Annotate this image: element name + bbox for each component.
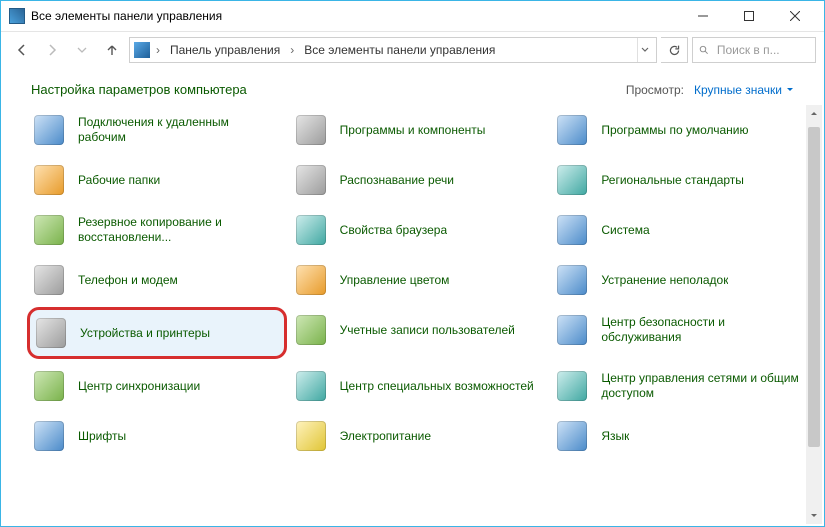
control-panel-item[interactable]: Телефон и модем: [27, 257, 287, 303]
control-panel-item[interactable]: Шрифты: [27, 413, 287, 459]
control-panel-item[interactable]: Центр специальных возможностей: [289, 363, 549, 409]
item-icon: [555, 369, 589, 403]
control-panel-item[interactable]: Центр синхронизации: [27, 363, 287, 409]
control-panel-item[interactable]: Рабочие папки: [27, 157, 287, 203]
item-icon: [555, 419, 589, 453]
chevron-right-icon[interactable]: ›: [154, 43, 162, 57]
item-icon: [294, 163, 328, 197]
item-icon: [555, 263, 589, 297]
item-label: Свойства браузера: [340, 223, 448, 238]
nav-bar: › Панель управления › Все элементы панел…: [1, 32, 824, 68]
control-panel-item[interactable]: Управление цветом: [289, 257, 549, 303]
breadcrumb-segment[interactable]: Все элементы панели управления: [298, 43, 501, 57]
item-label: Язык: [601, 429, 629, 444]
item-icon: [294, 369, 328, 403]
item-label: Программы и компоненты: [340, 123, 486, 138]
item-label: Центр синхронизации: [78, 379, 200, 394]
up-button[interactable]: [99, 37, 125, 63]
content-header: Настройка параметров компьютера Просмотр…: [1, 68, 824, 103]
control-panel-item[interactable]: Центр управления сетями и общим доступом: [550, 363, 810, 409]
item-icon: [555, 313, 589, 347]
view-value: Крупные значки: [694, 83, 782, 97]
recent-locations-button[interactable]: [69, 37, 95, 63]
item-icon: [555, 213, 589, 247]
control-panel-item[interactable]: Программы и компоненты: [289, 107, 549, 153]
item-label: Резервное копирование и восстановлени...: [78, 215, 278, 245]
control-panel-item[interactable]: Подключения к удаленным рабочим: [27, 107, 287, 153]
window-titlebar: Все элементы панели управления: [1, 1, 824, 32]
item-label: Система: [601, 223, 649, 238]
item-icon: [32, 213, 66, 247]
item-icon: [294, 113, 328, 147]
item-label: Подключения к удаленным рабочим: [78, 115, 278, 145]
view-dropdown[interactable]: Крупные значки: [694, 83, 794, 97]
item-label: Центр специальных возможностей: [340, 379, 534, 394]
address-bar[interactable]: › Панель управления › Все элементы панел…: [129, 37, 657, 63]
item-icon: [294, 419, 328, 453]
search-icon: [699, 44, 709, 56]
control-panel-item[interactable]: Региональные стандарты: [550, 157, 810, 203]
search-input[interactable]: [715, 42, 809, 58]
control-panel-item[interactable]: Учетные записи пользователей: [289, 307, 549, 353]
item-label: Учетные записи пользователей: [340, 323, 515, 338]
search-box[interactable]: [692, 37, 816, 63]
item-icon: [32, 263, 66, 297]
item-label: Центр безопасности и обслуживания: [601, 315, 801, 345]
control-panel-item[interactable]: Программы по умолчанию: [550, 107, 810, 153]
refresh-button[interactable]: [661, 37, 688, 63]
maximize-button[interactable]: [726, 1, 772, 31]
scroll-track[interactable]: [806, 121, 822, 508]
item-label: Шрифты: [78, 429, 126, 444]
control-panel-item[interactable]: Электропитание: [289, 413, 549, 459]
vertical-scrollbar[interactable]: [806, 105, 822, 524]
item-label: Рабочие папки: [78, 173, 160, 188]
page-heading: Настройка параметров компьютера: [31, 82, 626, 97]
scroll-down-button[interactable]: [806, 508, 822, 524]
view-label: Просмотр:: [626, 83, 684, 97]
item-icon: [294, 313, 328, 347]
chevron-right-icon[interactable]: ›: [288, 43, 296, 57]
control-panel-item[interactable]: Центр безопасности и обслуживания: [550, 307, 810, 353]
scroll-up-button[interactable]: [806, 105, 822, 121]
item-icon: [32, 163, 66, 197]
item-label: Распознавание речи: [340, 173, 454, 188]
minimize-button[interactable]: [680, 1, 726, 31]
window-title: Все элементы панели управления: [31, 9, 680, 23]
address-dropdown-button[interactable]: [637, 38, 652, 62]
close-button[interactable]: [772, 1, 818, 31]
content-area: Подключения к удаленным рабочим Программы…: [1, 103, 824, 526]
control-panel-item[interactable]: Устройства и принтеры: [27, 307, 287, 359]
item-label: Телефон и модем: [78, 273, 178, 288]
items-grid: Подключения к удаленным рабочим Программы…: [27, 107, 810, 459]
item-label: Программы по умолчанию: [601, 123, 748, 138]
item-label: Электропитание: [340, 429, 431, 444]
view-selector: Просмотр: Крупные значки: [626, 83, 794, 97]
item-label: Устройства и принтеры: [80, 326, 210, 341]
item-icon: [32, 419, 66, 453]
back-button[interactable]: [9, 37, 35, 63]
control-panel-item[interactable]: Язык: [550, 413, 810, 459]
item-icon: [555, 113, 589, 147]
control-panel-item[interactable]: Устранение неполадок: [550, 257, 810, 303]
item-icon: [34, 316, 68, 350]
item-icon: [555, 163, 589, 197]
control-panel-item[interactable]: Распознавание речи: [289, 157, 549, 203]
breadcrumb-segment[interactable]: Панель управления: [164, 43, 286, 57]
control-panel-item[interactable]: Свойства браузера: [289, 207, 549, 253]
item-label: Региональные стандарты: [601, 173, 744, 188]
caret-down-icon: [786, 86, 794, 94]
item-label: Центр управления сетями и общим доступом: [601, 371, 801, 401]
item-icon: [32, 113, 66, 147]
item-icon: [294, 263, 328, 297]
address-bar-icon: [134, 42, 150, 58]
scroll-thumb[interactable]: [808, 127, 820, 447]
item-icon: [32, 369, 66, 403]
item-label: Управление цветом: [340, 273, 450, 288]
control-panel-item[interactable]: Резервное копирование и восстановлени...: [27, 207, 287, 253]
control-panel-item[interactable]: Система: [550, 207, 810, 253]
control-panel-icon: [9, 8, 25, 24]
item-icon: [294, 213, 328, 247]
forward-button[interactable]: [39, 37, 65, 63]
item-label: Устранение неполадок: [601, 273, 728, 288]
